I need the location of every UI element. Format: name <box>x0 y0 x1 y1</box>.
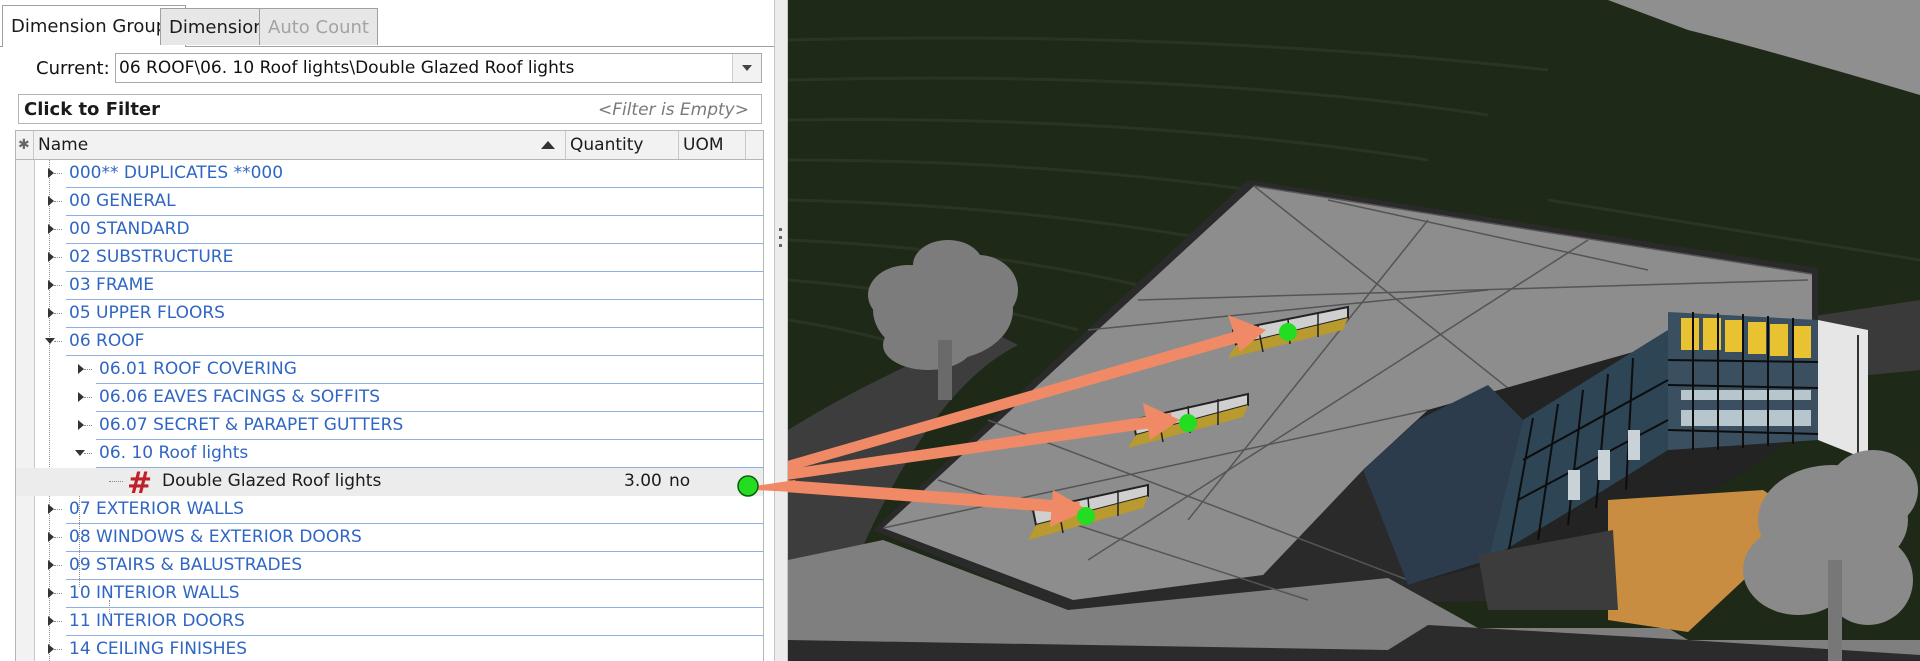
tree-connector <box>54 509 62 510</box>
tree-row-label: Double Glazed Roof lights <box>162 471 382 491</box>
column-header-uom[interactable]: UOM <box>679 131 746 159</box>
splitter-grip-dot <box>779 236 782 239</box>
tree-row-06-roof[interactable]: 06 ROOF <box>16 328 763 356</box>
current-group-combobox[interactable]: 06 ROOF\06. 10 Roof lights\Double Glazed… <box>115 53 762 83</box>
tree-row-label: 06 ROOF <box>69 331 145 351</box>
uom-cell: no <box>669 471 691 491</box>
tree-row-label: 10 INTERIOR WALLS <box>69 583 240 603</box>
tree-row-label: 14 CEILING FINISHES <box>69 639 248 659</box>
tree-connector <box>54 285 62 286</box>
filter-label: Click to Filter <box>24 99 161 120</box>
column-header-spacer <box>746 131 763 159</box>
tab-dimension-groups[interactable]: Dimension Groups <box>2 5 186 47</box>
building-model-render <box>788 0 1920 661</box>
tree-row-label: 00 STANDARD <box>69 219 190 239</box>
tree-connector <box>84 425 92 426</box>
tree-connector <box>54 565 62 566</box>
current-group-value: 06 ROOF\06. 10 Roof lights\Double Glazed… <box>119 58 575 78</box>
tree-row-02-substructure[interactable]: 02 SUBSTRUCTURE <box>16 244 763 272</box>
tree-row-label: 02 SUBSTRUCTURE <box>69 247 234 267</box>
tree-row-double-glazed-roof-lights[interactable]: # Double Glazed Roof lights 3.00 no <box>16 466 763 501</box>
3d-model-viewport[interactable] <box>788 0 1920 661</box>
quantity-cell: 3.00 <box>624 471 662 491</box>
grid-header: ✱ Name Quantity UOM <box>16 130 763 160</box>
filter-status: <Filter is Empty> <box>597 100 749 120</box>
tree-row-label: 08 WINDOWS & EXTERIOR DOORS <box>69 527 362 547</box>
tree-connector <box>54 201 62 202</box>
tree-connector <box>54 173 62 174</box>
tree-connector <box>54 229 62 230</box>
green-count-marker-icon[interactable] <box>1279 323 1297 341</box>
tree-row-14-ceiling-finishes[interactable]: 14 CEILING FINISHES <box>16 636 763 661</box>
tree-row-label: 05 UPPER FLOORS <box>69 303 225 323</box>
tree-connector <box>54 341 62 342</box>
column-header-name[interactable]: Name <box>34 131 566 159</box>
tree-row-06-10-roof-lights[interactable]: 06. 10 Roof lights <box>16 440 763 468</box>
tree-connector <box>84 397 92 398</box>
tree-row-label: 07 EXTERIOR WALLS <box>69 499 244 519</box>
tree-row-06-07-gutters[interactable]: 06.07 SECRET & PARAPET GUTTERS <box>16 412 763 440</box>
tree-row-label: 11 INTERIOR DOORS <box>69 611 245 631</box>
tree-row-label: 06.06 EAVES FACINGS & SOFFITS <box>99 387 381 407</box>
chevron-down-icon[interactable] <box>732 54 761 82</box>
column-header-quantity[interactable]: Quantity <box>566 131 679 159</box>
tree-row-09-stairs[interactable]: 09 STAIRS & BALUSTRADES <box>16 552 763 580</box>
tree-row-000-duplicates[interactable]: 000** DUPLICATES **000 <box>16 160 763 188</box>
tree-row-08-windows-doors[interactable]: 08 WINDOWS & EXTERIOR DOORS <box>16 524 763 552</box>
tree-row-06-06-eaves[interactable]: 06.06 EAVES FACINGS & SOFFITS <box>16 384 763 412</box>
column-chooser-icon[interactable]: ✱ <box>16 131 34 159</box>
column-header-name-label: Name <box>38 135 89 155</box>
tree-row-06-01-roof-covering[interactable]: 06.01 ROOF COVERING <box>16 356 763 384</box>
tree-connector <box>54 649 62 650</box>
sort-ascending-icon <box>541 141 555 149</box>
panel-splitter[interactable] <box>774 0 788 661</box>
green-count-marker-icon[interactable] <box>1179 414 1197 432</box>
tree-row-label: 00 GENERAL <box>69 191 176 211</box>
tree-connector <box>54 537 62 538</box>
tree-connector <box>54 621 62 622</box>
green-count-marker-icon[interactable] <box>737 475 759 497</box>
dimension-groups-panel: Dimension Groups Dimensions Auto Count C… <box>0 0 774 661</box>
tab-auto-count[interactable]: Auto Count <box>259 8 378 45</box>
tree-row-label: 06. 10 Roof lights <box>99 443 249 463</box>
count-legend-marker <box>737 475 795 497</box>
tree-row-label: 000** DUPLICATES **000 <box>69 163 284 183</box>
tree-row-label: 09 STAIRS & BALUSTRADES <box>69 555 303 575</box>
tree-connector <box>54 313 62 314</box>
tree-row-label: 03 FRAME <box>69 275 154 295</box>
tab-strip: Dimension Groups Dimensions Auto Count <box>0 0 774 47</box>
tree-row-10-interior-walls[interactable]: 10 INTERIOR WALLS <box>16 580 763 608</box>
tree-row-07-exterior-walls[interactable]: 07 EXTERIOR WALLS <box>16 496 763 524</box>
tree-row-00-general[interactable]: 00 GENERAL <box>16 188 763 216</box>
splitter-grip-dot <box>779 228 782 231</box>
tree-connector <box>109 481 123 482</box>
dimension-groups-grid: ✱ Name Quantity UOM 000** DUPLICATES **0… <box>15 130 764 661</box>
tree-row-03-frame[interactable]: 03 FRAME <box>16 272 763 300</box>
tree-row-11-interior-doors[interactable]: 11 INTERIOR DOORS <box>16 608 763 636</box>
tree-connector <box>84 453 92 454</box>
tree-row-05-upper-floors[interactable]: 05 UPPER FLOORS <box>16 300 763 328</box>
tree-connector <box>84 369 92 370</box>
green-count-marker-icon[interactable] <box>1077 507 1095 525</box>
tree-row-label: 06.07 SECRET & PARAPET GUTTERS <box>99 415 404 435</box>
tree-row-00-standard[interactable]: 00 STANDARD <box>16 216 763 244</box>
filter-bar[interactable]: Click to Filter <Filter is Empty> <box>18 94 762 124</box>
tree-row-label: 06.01 ROOF COVERING <box>99 359 297 379</box>
current-label: Current: <box>36 58 110 79</box>
tree-connector <box>54 257 62 258</box>
tree-connector <box>54 593 62 594</box>
splitter-grip-dot <box>779 244 782 247</box>
